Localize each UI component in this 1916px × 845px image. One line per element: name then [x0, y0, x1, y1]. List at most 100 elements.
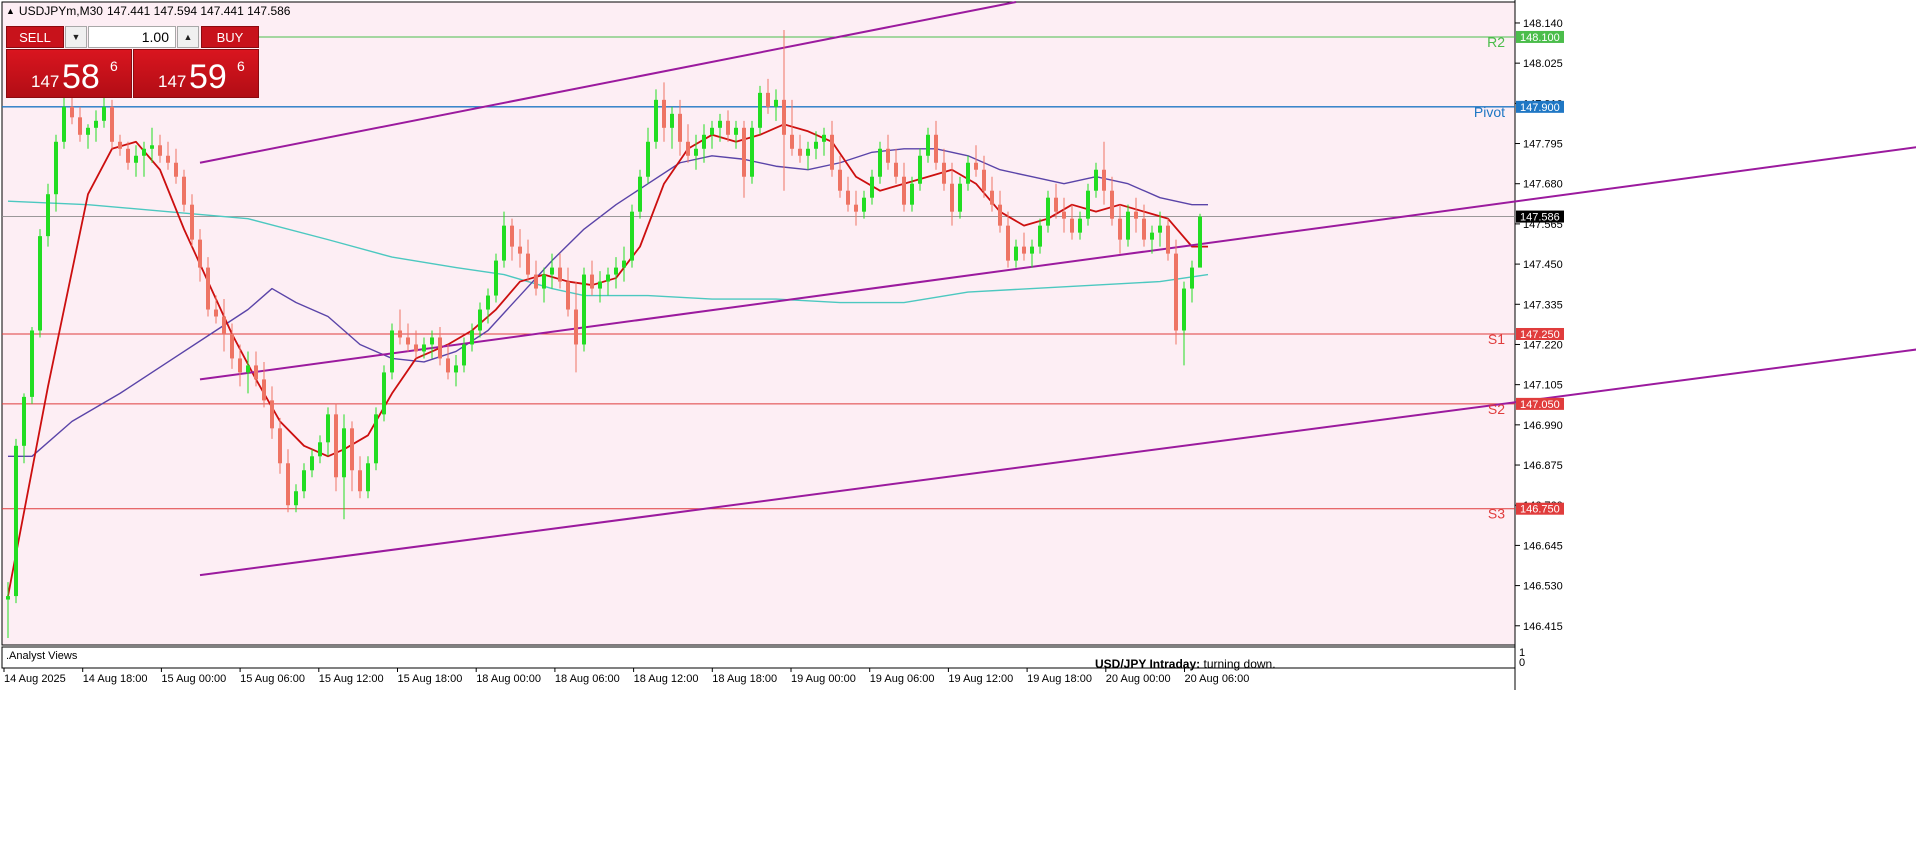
candle-body	[78, 117, 82, 135]
candle-body	[1198, 216, 1202, 268]
candle-body	[126, 148, 130, 163]
price-chart[interactable]: 148.140148.025147.910147.795147.680147.5…	[0, 0, 1916, 840]
collapse-icon[interactable]: ▲	[6, 4, 15, 18]
candle-body	[302, 470, 306, 492]
candle-body	[750, 127, 754, 177]
chart-area[interactable]: 148.140148.025147.910147.795147.680147.5…	[0, 0, 1916, 840]
sell-price-prefix: 147	[31, 72, 60, 91]
candle-body	[742, 127, 746, 177]
level-name-pivot: Pivot	[1474, 104, 1505, 120]
candle-body	[1070, 218, 1074, 233]
candle-body	[190, 204, 194, 240]
candle-body	[950, 183, 954, 212]
candle-body	[1134, 211, 1138, 219]
candle-body	[942, 162, 946, 184]
candle-body	[494, 260, 498, 296]
sell-price-box[interactable]: 147 58 6	[6, 49, 132, 98]
candle-body	[374, 414, 378, 464]
x-tick-label: 15 Aug 12:00	[319, 673, 384, 685]
candle-body	[718, 120, 722, 128]
candle-body	[958, 183, 962, 212]
y-tick-label: 146.875	[1523, 460, 1563, 472]
x-tick-label: 15 Aug 18:00	[398, 673, 463, 685]
level-price-label-s1: 147.250	[1520, 329, 1560, 341]
candle-body	[222, 316, 226, 334]
level-name-s2: S2	[1488, 401, 1505, 417]
level-name-s1: S1	[1488, 331, 1505, 347]
buy-price-box[interactable]: 147 59 6	[133, 49, 259, 98]
candle-body	[870, 176, 874, 198]
candle-body	[814, 141, 818, 149]
level-price-label-r2: 148.100	[1520, 32, 1560, 44]
candle-body	[550, 267, 554, 275]
candle-body	[94, 120, 98, 128]
candle-body	[526, 253, 530, 275]
x-tick-label: 19 Aug 12:00	[948, 673, 1013, 685]
candle-body	[878, 148, 882, 177]
caption-text: turning down.	[1203, 657, 1276, 671]
candle-body	[22, 396, 26, 446]
candle-body	[214, 309, 218, 317]
candle-body	[54, 141, 58, 195]
candle-body	[342, 428, 346, 478]
candle-body	[974, 162, 978, 170]
candle-body	[62, 106, 66, 142]
candle-body	[318, 442, 322, 457]
candle-body	[542, 274, 546, 289]
candle-body	[286, 463, 290, 506]
candle-body	[686, 141, 690, 156]
candle-body	[166, 155, 170, 163]
candle-body	[1030, 246, 1034, 254]
candle-body	[806, 148, 810, 156]
candle-body	[182, 176, 186, 205]
candle-body	[782, 99, 786, 135]
candle-body	[238, 358, 242, 373]
candle-body	[1110, 190, 1114, 219]
candle-body	[798, 148, 802, 156]
chart-header: ▲ USDJPYm,M30 147.441 147.594 147.441 14…	[6, 4, 290, 18]
candle-body	[846, 190, 850, 205]
indicator-scale-bottom: 0	[1519, 657, 1526, 669]
candle-body	[366, 463, 370, 492]
candle-body	[1142, 218, 1146, 240]
y-tick-label: 148.140	[1523, 18, 1563, 30]
candle-body	[262, 379, 266, 401]
candle-body	[134, 155, 138, 163]
y-tick-label: 147.220	[1523, 339, 1563, 351]
sell-button[interactable]: SELL	[6, 26, 64, 48]
candle-body	[1174, 253, 1178, 331]
candle-body	[158, 145, 162, 156]
candle-body	[14, 445, 18, 597]
indicator-window[interactable]	[1, 646, 1516, 669]
candle-body	[358, 470, 362, 492]
x-tick-label: 18 Aug 18:00	[712, 673, 777, 685]
indicator-caption: USD/JPY Intraday: turning down.	[1095, 657, 1276, 671]
buy-button[interactable]: BUY	[201, 26, 259, 48]
candle-body	[518, 246, 522, 254]
candle-body	[1046, 197, 1050, 226]
candle-body	[270, 400, 274, 429]
lot-decrease-button[interactable]: ▼	[65, 26, 87, 48]
x-tick-label: 19 Aug 06:00	[870, 673, 935, 685]
candle-body	[30, 330, 34, 397]
y-tick-label: 146.415	[1523, 621, 1563, 633]
candle-body	[1014, 246, 1018, 261]
level-price-label-s2: 147.050	[1520, 399, 1560, 411]
candle-body	[1118, 218, 1122, 240]
caption-title: USD/JPY Intraday:	[1095, 657, 1201, 671]
candle-body	[558, 267, 562, 282]
buy-price-big: 59	[189, 58, 227, 96]
lot-size-input[interactable]: 1.00	[88, 26, 176, 48]
lot-increase-button[interactable]: ▲	[177, 26, 199, 48]
candle-body	[198, 239, 202, 268]
x-tick-label: 14 Aug 18:00	[83, 673, 148, 685]
candle-body	[894, 162, 898, 177]
candle-body	[990, 190, 994, 205]
candle-body	[446, 358, 450, 373]
candle-body	[934, 134, 938, 163]
x-tick-label: 18 Aug 12:00	[634, 673, 699, 685]
candle-body	[678, 113, 682, 142]
candle-body	[646, 141, 650, 177]
candle-body	[598, 281, 602, 289]
candle-body	[6, 596, 10, 600]
